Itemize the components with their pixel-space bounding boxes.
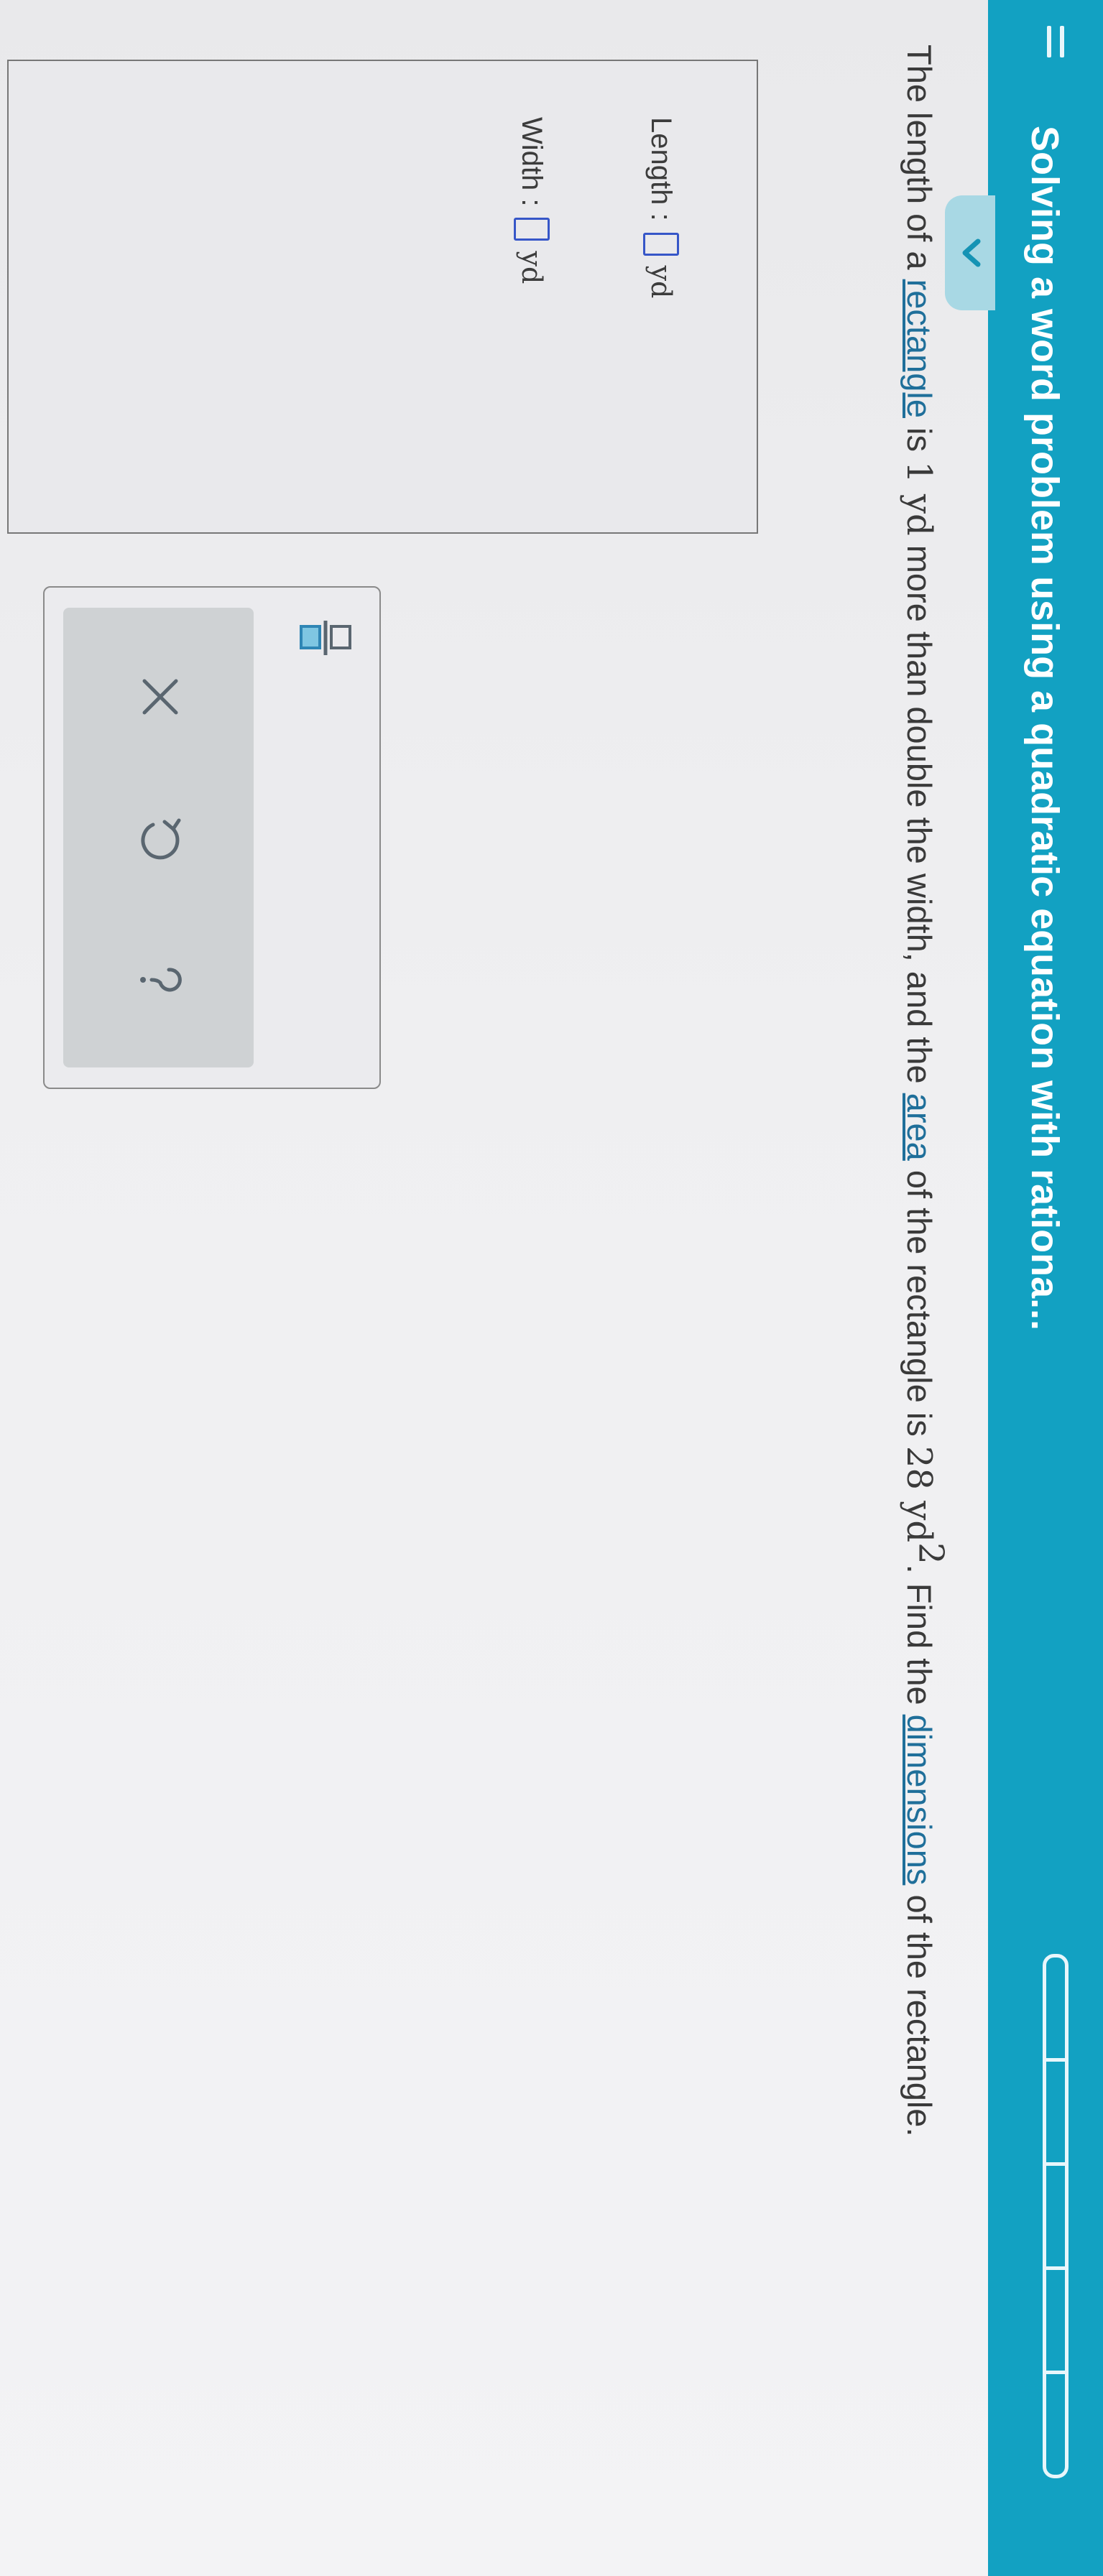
question-fragment: of the rectangle. bbox=[900, 1885, 938, 2137]
help-button[interactable] bbox=[131, 951, 189, 1009]
width-row: Width : yd bbox=[514, 117, 550, 284]
answer-box: Length : yd Width : yd bbox=[7, 60, 758, 534]
area-value: 28 yd bbox=[899, 1445, 939, 1543]
undo-button[interactable] bbox=[131, 809, 189, 866]
progress-segment bbox=[1043, 2374, 1069, 2478]
progress-segment bbox=[1043, 2062, 1069, 2166]
chevron-down-icon bbox=[962, 238, 981, 267]
length-unit: yd bbox=[645, 265, 677, 299]
length-label: Length : bbox=[645, 117, 678, 221]
question-fragment: . Find the bbox=[900, 1564, 938, 1715]
dimensions-link[interactable]: dimensions bbox=[900, 1715, 938, 1886]
question-fragment: The length of a bbox=[900, 45, 938, 279]
question-fragment: more than double the width, and the bbox=[900, 535, 938, 1093]
undo-icon bbox=[141, 818, 181, 860]
progress-segment bbox=[1043, 2270, 1069, 2374]
page-canvas: Solving a word problem using a quadratic… bbox=[0, 0, 1103, 2576]
length-difference-value: 1 yd bbox=[899, 461, 939, 536]
width-unit: yd bbox=[516, 251, 548, 284]
question-text: The length of a rectangle is 1 yd more t… bbox=[895, 45, 951, 2537]
collapse-button[interactable] bbox=[945, 195, 995, 310]
clear-button[interactable] bbox=[131, 668, 189, 726]
menu-icon[interactable] bbox=[1043, 20, 1067, 63]
width-label: Width : bbox=[516, 117, 548, 207]
fraction-icon bbox=[300, 621, 351, 655]
length-row: Length : yd bbox=[643, 117, 679, 298]
progress-segment bbox=[1043, 2166, 1069, 2270]
width-input[interactable] bbox=[514, 218, 550, 241]
progress-bar bbox=[1043, 1954, 1069, 2478]
progress-segment bbox=[1043, 1954, 1069, 2062]
header-bar: Solving a word problem using a quadratic… bbox=[988, 0, 1103, 2576]
question-fragment: is bbox=[900, 417, 938, 462]
action-bar bbox=[63, 608, 254, 1067]
question-icon bbox=[140, 968, 182, 992]
question-fragment: of the rectangle is bbox=[900, 1160, 938, 1446]
math-tool-panel bbox=[43, 586, 381, 1089]
fraction-button[interactable] bbox=[297, 616, 354, 667]
page-title: Solving a word problem using a quadratic… bbox=[1023, 126, 1066, 1331]
x-icon bbox=[142, 679, 178, 715]
area-link[interactable]: area bbox=[900, 1093, 938, 1161]
area-exponent: 2 bbox=[910, 1542, 951, 1565]
rectangle-link[interactable]: rectangle bbox=[900, 279, 938, 418]
length-input[interactable] bbox=[643, 232, 679, 256]
